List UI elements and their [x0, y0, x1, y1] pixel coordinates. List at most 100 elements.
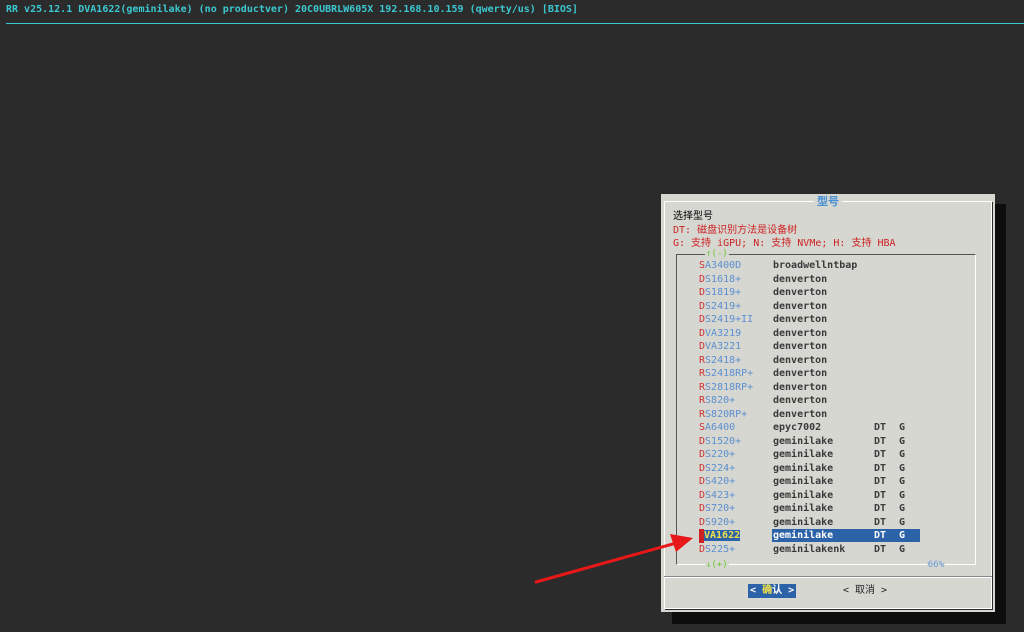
model-row[interactable]: DS224+ geminilake DT G	[677, 462, 975, 476]
model-name: DS224+	[699, 462, 767, 476]
model-dt-flag: DT	[874, 503, 887, 514]
model-row[interactable]: DS1520+ geminilake DT G	[677, 435, 975, 449]
model-igpu-flag: G	[899, 462, 906, 474]
model-platform: geminilake	[773, 462, 834, 474]
model-platform: denverton	[773, 354, 828, 366]
model-platform: geminilake	[773, 503, 834, 514]
model-platform: denverton	[773, 341, 828, 352]
model-name-rest: S920+	[705, 516, 736, 528]
scroll-percent: 66%	[926, 560, 945, 570]
model-igpu-flag: G	[899, 503, 906, 514]
status-bar-divider	[6, 23, 1024, 24]
model-name: RS2418+	[699, 354, 767, 368]
model-name-rest: S1618+	[705, 273, 742, 285]
ok-button-label: 认	[772, 585, 783, 596]
model-row[interactable]: RS2818RP+ denverton	[677, 381, 975, 395]
model-name-rest: S2818RP+	[705, 381, 754, 393]
button-divider-highlight	[664, 577, 992, 578]
model-dt-flag: DT	[874, 449, 887, 460]
model-name: DS920+	[699, 516, 767, 530]
model-row[interactable]: DS920+ geminilake DT G	[677, 516, 975, 530]
model-platform: geminilake	[773, 476, 834, 487]
model-dialog: 型号 选择型号 DT: 磁盘识别方法是设备树 G: 支持 iGPU; N: 支持…	[661, 194, 995, 612]
ok-button[interactable]: < 确认 >	[748, 584, 797, 598]
model-row[interactable]: RS2418RP+ denverton	[677, 367, 975, 381]
model-name-rest: S420+	[705, 476, 736, 487]
model-name-rest: VA3219	[705, 327, 742, 339]
model-rows: SA3400D broadwellntbap DS1618+ denverton DS1…	[677, 259, 975, 556]
model-name: DS2419+II	[699, 313, 767, 327]
model-platform: geminilake	[773, 489, 834, 501]
model-row[interactable]: SA6400 epyc7002 DT G	[677, 421, 975, 435]
model-row[interactable]: DS225+ geminilakenk DT G	[677, 543, 975, 557]
model-platform: denverton	[773, 368, 828, 379]
status-bar: RR v25.12.1 DVA1622(geminilake) (no prod…	[6, 4, 578, 15]
dialog-title-text: 型号	[814, 195, 842, 208]
model-platform: denverton	[773, 314, 828, 325]
model-row[interactable]: DVA3219 denverton	[677, 327, 975, 341]
model-name-rest: S224+	[705, 462, 736, 474]
model-row[interactable]: SA3400D broadwellntbap	[677, 259, 975, 273]
model-name-rest: VA3221	[705, 341, 742, 352]
model-platform: geminilake	[773, 516, 834, 528]
model-row[interactable]: DVA3221 denverton	[677, 340, 975, 354]
model-name-rest: S1819+	[705, 287, 742, 298]
model-name: DS423+	[699, 489, 767, 503]
model-row[interactable]: RS820RP+ denverton	[677, 408, 975, 422]
model-platform: geminilakenk	[773, 543, 846, 555]
model-dt-flag: DT	[874, 476, 887, 487]
model-igpu-flag: G	[899, 489, 906, 501]
model-dt-flag: DT	[874, 516, 887, 528]
model-name: RS2818RP+	[699, 381, 767, 395]
cancel-button[interactable]: < 取消 >	[841, 584, 889, 598]
model-name: DS225+	[699, 543, 767, 557]
model-name-rest: S423+	[705, 489, 736, 501]
model-igpu-flag: G	[899, 530, 906, 541]
model-dt-flag: DT	[874, 462, 887, 474]
model-name: DS1819+	[699, 286, 767, 300]
model-row[interactable]: DS720+ geminilake DT G	[677, 502, 975, 516]
model-name: DS720+	[699, 502, 767, 516]
model-name-rest: S1520+	[705, 435, 742, 447]
model-list[interactable]: ↑(-) SA3400D broadwellntbap DS1618+ denvert…	[676, 249, 976, 570]
model-dt-flag: DT	[874, 422, 887, 433]
model-igpu-flag: G	[899, 476, 906, 487]
scroll-up-indicator[interactable]: ↑(-)	[705, 249, 729, 259]
model-platform: geminilake	[773, 530, 834, 541]
dialog-note-flags: G: 支持 iGPU; N: 支持 NVMe; H: 支持 HBA	[673, 238, 896, 249]
model-row[interactable]: DS1819+ denverton	[677, 286, 975, 300]
model-row[interactable]: RS820+ denverton	[677, 394, 975, 408]
model-name-rest: S820+	[705, 395, 736, 406]
scroll-down-indicator[interactable]: ↓(+)	[705, 560, 729, 570]
model-row[interactable]: RS2418+ denverton	[677, 354, 975, 368]
model-name-rest: S820RP+	[705, 408, 748, 420]
model-name: DVA3221	[699, 340, 767, 354]
model-name: DVA1622	[699, 529, 767, 543]
model-name-rest: VA1622	[704, 530, 741, 541]
model-platform: epyc7002	[773, 422, 822, 433]
model-row[interactable]: DS220+ geminilake DT G	[677, 448, 975, 462]
model-name-rest: S225+	[705, 543, 736, 555]
model-dt-flag: DT	[874, 435, 887, 447]
model-row[interactable]: DS420+ geminilake DT G	[677, 475, 975, 489]
model-name: DS420+	[699, 475, 767, 489]
model-row[interactable]: DS423+ geminilake DT G	[677, 489, 975, 503]
model-row[interactable]: DS1618+ denverton	[677, 273, 975, 287]
model-row[interactable]: DVA1622 geminilake DT G	[677, 529, 975, 543]
model-name-rest: S720+	[705, 503, 736, 514]
model-platform: denverton	[773, 395, 828, 406]
dialog-prompt: 选择型号	[673, 211, 713, 222]
ok-button-open: <	[750, 585, 757, 596]
model-name-rest: S220+	[705, 449, 736, 460]
model-name: SA3400D	[699, 259, 767, 273]
model-row[interactable]: DS2419+II denverton	[677, 313, 975, 327]
model-platform: geminilake	[773, 449, 834, 460]
model-dt-flag: DT	[874, 530, 887, 541]
model-name: RS820+	[699, 394, 767, 408]
model-platform: denverton	[773, 327, 828, 339]
model-name: RS820RP+	[699, 408, 767, 422]
model-platform: denverton	[773, 287, 828, 298]
model-igpu-flag: G	[899, 435, 906, 447]
model-row[interactable]: DS2419+ denverton	[677, 300, 975, 314]
model-dt-flag: DT	[874, 543, 887, 555]
